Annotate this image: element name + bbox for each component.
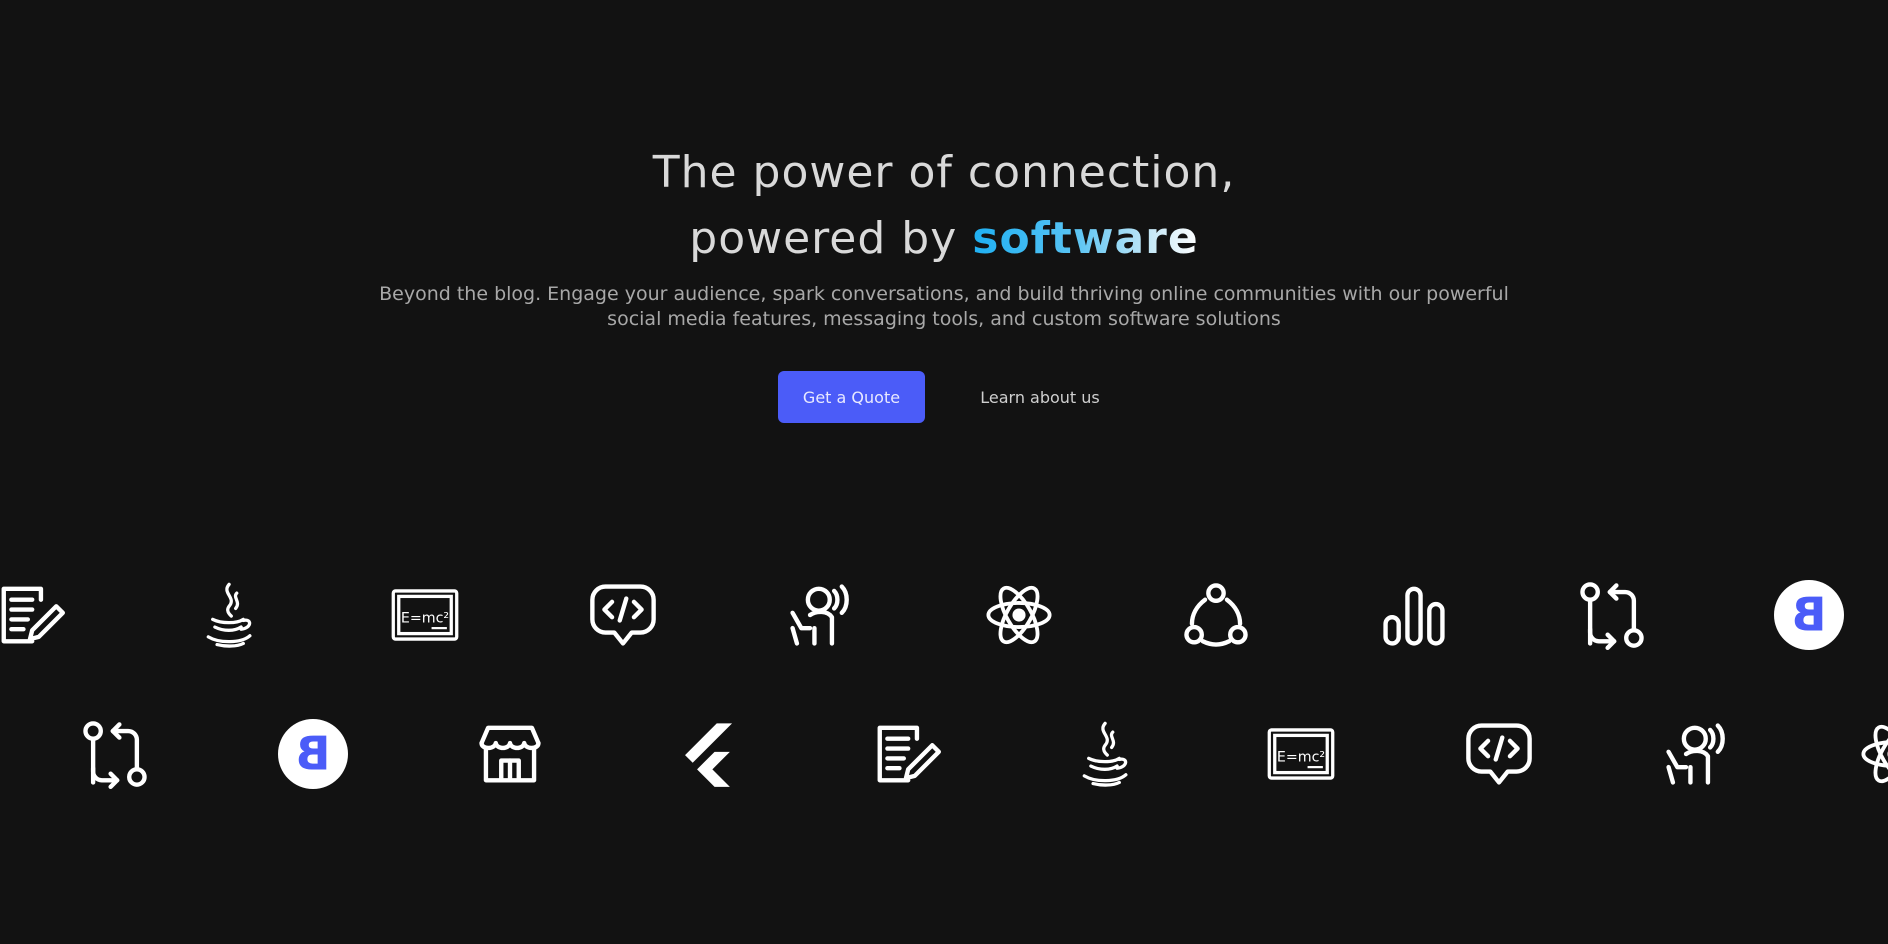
tech-icon-row-1: E=mc² B (0, 575, 1888, 655)
subtitle-line-2: social media features, messaging tools, … (607, 308, 1281, 330)
bootstrap-icon: B (273, 714, 353, 794)
blog-edit-icon (0, 575, 70, 655)
tech-icon-row-2: B E=mc² (0, 714, 1888, 794)
learn-about-us-link[interactable]: Learn about us (970, 371, 1110, 423)
subtitle-line-1: Beyond the blog. Engage your audience, s… (379, 283, 1509, 305)
react-icon (1854, 714, 1888, 794)
headline-line-1: The power of connection, (652, 147, 1236, 198)
svg-text:B: B (295, 726, 330, 780)
blog-edit-icon (866, 714, 946, 794)
svg-text:E=mc²: E=mc² (401, 611, 449, 627)
java-icon (1064, 714, 1144, 794)
voice-user-icon (1657, 714, 1737, 794)
chalkboard-formula-icon: E=mc² (385, 575, 465, 655)
headline-line-2-prefix: powered by (689, 213, 973, 264)
svg-text:E=mc²: E=mc² (1277, 750, 1325, 766)
community-cycle-icon (1176, 575, 1256, 655)
store-icon (470, 714, 550, 794)
hero-headline: The power of connection, powered by soft… (0, 140, 1888, 272)
pull-request-icon (75, 714, 155, 794)
headline-accent-word: software (972, 213, 1199, 264)
code-chat-icon (583, 575, 663, 655)
get-a-quote-button[interactable]: Get a Quote (778, 371, 925, 423)
react-icon (979, 575, 1059, 655)
landing-page: The power of connection, powered by soft… (0, 0, 1888, 944)
bootstrap-icon: B (1769, 575, 1849, 655)
java-icon (188, 575, 268, 655)
bar-chart-icon (1374, 575, 1454, 655)
svg-text:B: B (1792, 587, 1827, 641)
code-chat-icon (1459, 714, 1539, 794)
chalkboard-formula-icon: E=mc² (1261, 714, 1341, 794)
cta-row: Get a Quote Learn about us (0, 371, 1888, 423)
voice-user-icon (781, 575, 861, 655)
hero-subtitle: Beyond the blog. Engage your audience, s… (364, 282, 1524, 332)
hero-section: The power of connection, powered by soft… (0, 140, 1888, 332)
pull-request-icon (1572, 575, 1652, 655)
flutter-icon (668, 714, 748, 794)
